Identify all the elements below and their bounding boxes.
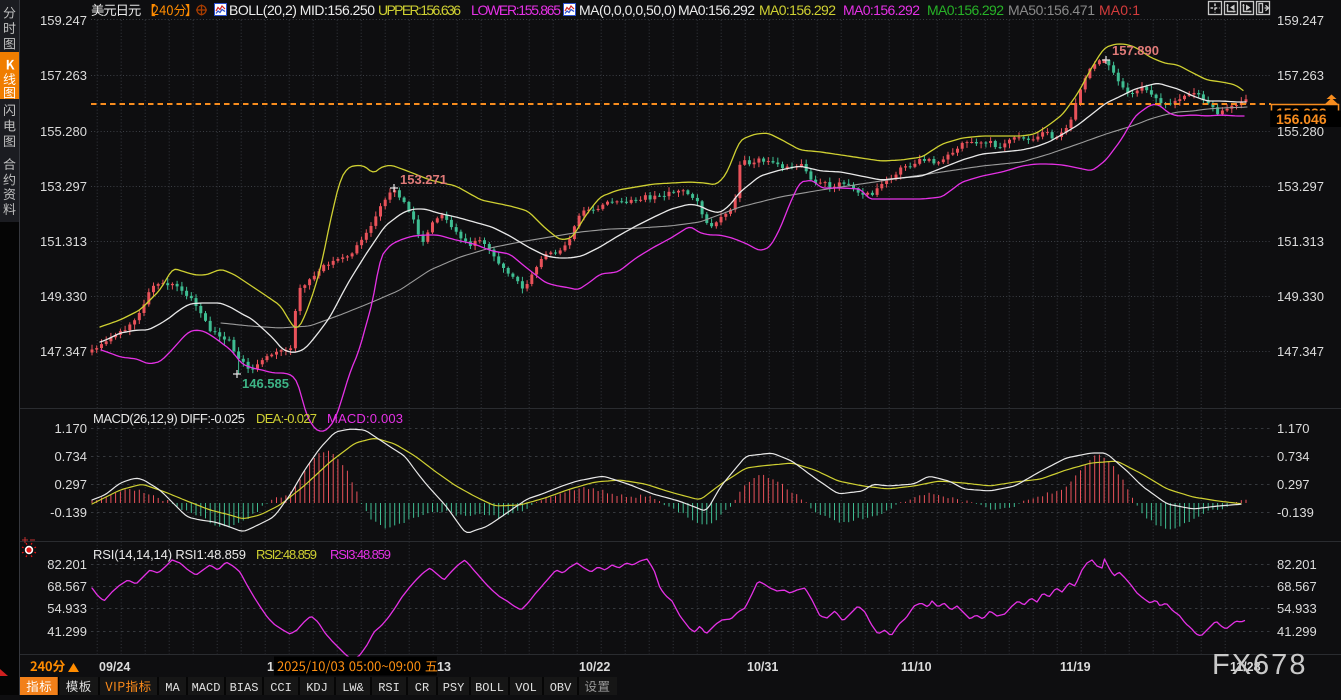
svg-text:146.585: 146.585 xyxy=(242,376,289,391)
svg-text:MA0:156.292: MA0:156.292 xyxy=(759,2,836,18)
svg-text:153.297: 153.297 xyxy=(40,179,87,194)
svg-text:82.201: 82.201 xyxy=(1277,557,1317,572)
svg-text:BOLL(20,2) MID:156.250: BOLL(20,2) MID:156.250 xyxy=(229,2,375,18)
svg-text:UPPER:156.636: UPPER:156.636 xyxy=(378,2,461,18)
svg-text:LOWER:155.865: LOWER:155.865 xyxy=(471,2,561,18)
svg-text:41.299: 41.299 xyxy=(47,624,87,639)
svg-text:149.330: 149.330 xyxy=(1277,289,1324,304)
svg-text:CR: CR xyxy=(415,681,429,695)
svg-text:10/22: 10/22 xyxy=(579,660,610,674)
svg-text:54.933: 54.933 xyxy=(47,601,87,616)
svg-text:09/24: 09/24 xyxy=(99,660,130,674)
svg-text:PSY: PSY xyxy=(443,681,465,695)
svg-text:1.170: 1.170 xyxy=(1277,421,1310,436)
svg-text:41.299: 41.299 xyxy=(1277,624,1317,639)
svg-text:MA50:156.471: MA50:156.471 xyxy=(1008,2,1095,18)
svg-text:BIAS: BIAS xyxy=(230,681,259,695)
svg-text:RSI(14,14,14) RSI1:48.859: RSI(14,14,14) RSI1:48.859 xyxy=(93,547,246,562)
svg-text:157.263: 157.263 xyxy=(1277,68,1324,83)
svg-text:0.734: 0.734 xyxy=(1277,449,1310,464)
svg-text:-0.139: -0.139 xyxy=(50,505,87,520)
svg-text:54.933: 54.933 xyxy=(1277,601,1317,616)
svg-text:13: 13 xyxy=(437,660,451,674)
svg-text:68.567: 68.567 xyxy=(1277,579,1317,594)
svg-text:MA(0,0,0,0,50,0): MA(0,0,0,0,50,0) xyxy=(579,2,676,18)
svg-text:LW&: LW& xyxy=(342,681,364,695)
svg-text:1.170: 1.170 xyxy=(54,421,87,436)
svg-text:153.271: 153.271 xyxy=(400,172,447,187)
svg-text:0.297: 0.297 xyxy=(54,477,87,492)
svg-text:153.297: 153.297 xyxy=(1277,179,1324,194)
svg-text:147.347: 147.347 xyxy=(1277,344,1324,359)
svg-text:155.280: 155.280 xyxy=(1277,124,1324,139)
svg-text:157.263: 157.263 xyxy=(40,68,87,83)
svg-text:151.313: 151.313 xyxy=(40,234,87,249)
svg-text:FX678: FX678 xyxy=(1212,649,1307,681)
svg-text:68.567: 68.567 xyxy=(47,579,87,594)
svg-text:MA: MA xyxy=(165,681,180,695)
svg-text:MA0:1: MA0:1 xyxy=(1099,2,1140,18)
svg-text:MACD:0.003: MACD:0.003 xyxy=(327,411,403,426)
svg-text:MACD(26,12,9) DIFF:-0.025: MACD(26,12,9) DIFF:-0.025 xyxy=(93,411,245,426)
svg-text:DEA:-0.027: DEA:-0.027 xyxy=(256,411,317,426)
svg-text:RSI3:48.859: RSI3:48.859 xyxy=(330,547,391,562)
svg-text:147.347: 147.347 xyxy=(40,344,87,359)
svg-text:MA0:156.292: MA0:156.292 xyxy=(927,2,1004,18)
svg-text:KDJ: KDJ xyxy=(306,681,328,695)
svg-text:0.734: 0.734 xyxy=(54,449,87,464)
svg-text:11/10: 11/10 xyxy=(901,660,932,674)
svg-text:159.247: 159.247 xyxy=(1277,13,1324,28)
svg-text:0.297: 0.297 xyxy=(1277,477,1310,492)
svg-text:MACD: MACD xyxy=(192,681,221,695)
svg-text:155.280: 155.280 xyxy=(40,124,87,139)
svg-text:151.313: 151.313 xyxy=(1277,234,1324,249)
svg-text:RSI2:48.859: RSI2:48.859 xyxy=(256,547,317,562)
svg-text:RSI: RSI xyxy=(378,681,400,695)
svg-text:VOL: VOL xyxy=(515,681,537,695)
svg-text:-0.139: -0.139 xyxy=(1277,505,1314,520)
svg-text:157.890: 157.890 xyxy=(1112,43,1159,58)
svg-text:MA0:156.292: MA0:156.292 xyxy=(678,2,755,18)
svg-text:BOLL: BOLL xyxy=(475,681,504,695)
svg-text:CCI: CCI xyxy=(270,681,292,695)
svg-text:149.330: 149.330 xyxy=(40,289,87,304)
svg-text:10/31: 10/31 xyxy=(747,660,778,674)
svg-text:OBV: OBV xyxy=(550,681,572,695)
svg-text:1: 1 xyxy=(267,660,274,674)
svg-text:11/19: 11/19 xyxy=(1060,660,1091,674)
svg-text:159.247: 159.247 xyxy=(40,13,87,28)
svg-text:MA0:156.292: MA0:156.292 xyxy=(843,2,920,18)
svg-text:82.201: 82.201 xyxy=(47,557,87,572)
